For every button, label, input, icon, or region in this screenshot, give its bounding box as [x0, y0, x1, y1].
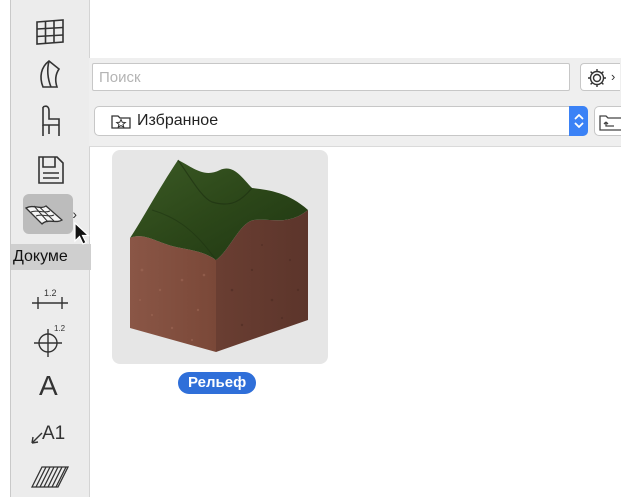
text-tool[interactable]: A [19, 364, 81, 404]
document-tool[interactable] [19, 150, 81, 190]
search-input[interactable] [92, 63, 570, 91]
parent-folder-button[interactable] [594, 106, 621, 136]
shell-icon [33, 57, 67, 91]
mesh-tool[interactable]: › [19, 194, 81, 234]
dimension-value: 1.2 [44, 288, 57, 298]
label-tool[interactable]: A1 [19, 412, 81, 452]
grid-tool[interactable] [19, 12, 81, 52]
mouse-cursor-icon [74, 221, 92, 251]
level-value: 1.2 [54, 324, 66, 333]
chevron-right-icon: › [611, 69, 616, 84]
search-bar: › [89, 58, 621, 100]
text-icon: A [33, 368, 67, 400]
library-item[interactable]: Рельеф [112, 150, 328, 394]
chair-icon [33, 103, 67, 139]
mesh-icon [24, 200, 64, 228]
folder-bar: Избранное [89, 100, 621, 147]
dimension-tool[interactable]: 1.2 [19, 280, 81, 320]
grid-icon [33, 16, 67, 48]
fill-icon [30, 461, 70, 491]
level-dimension-icon: 1.2 [30, 321, 70, 359]
item-label: Рельеф [178, 372, 257, 394]
item-thumbnail [112, 150, 328, 364]
favorites-folder-icon [111, 113, 131, 134]
object-tool[interactable] [19, 101, 81, 141]
label-icon: A1 [28, 417, 72, 447]
label-glyph: A1 [42, 423, 65, 444]
text-glyph: A [39, 370, 58, 400]
level-dimension-tool[interactable]: 1.2 [19, 320, 81, 360]
chevron-right-icon[interactable]: › [72, 206, 77, 222]
shell-tool[interactable] [19, 54, 81, 94]
document-icon [33, 153, 67, 187]
folder-dropdown-label: Избранное [137, 112, 219, 129]
folder-dropdown[interactable]: Избранное [94, 106, 588, 136]
settings-button[interactable]: › [580, 63, 620, 91]
fill-tool[interactable] [19, 456, 81, 496]
dropdown-arrows-icon [569, 106, 588, 136]
dimension-icon: 1.2 [30, 285, 70, 315]
